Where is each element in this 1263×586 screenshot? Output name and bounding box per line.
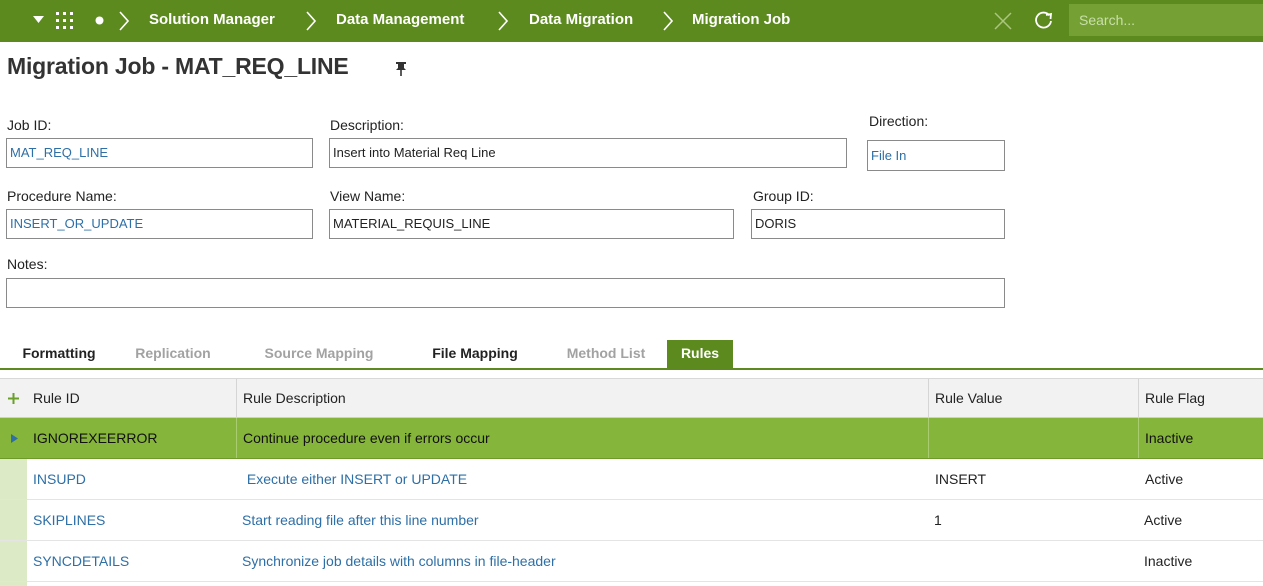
notes-label: Notes:: [7, 256, 48, 272]
breadcrumb-separator-icon: [663, 11, 673, 31]
rule-flag-cell[interactable]: Inactive: [1138, 418, 1263, 458]
rule-value-cell[interactable]: [928, 418, 1138, 458]
rule-flag-cell[interactable]: Active: [1138, 500, 1263, 540]
view-name-field[interactable]: MATERIAL_REQUIS_LINE: [329, 209, 734, 239]
rule-description-cell[interactable]: Synchronize job details with columns in …: [236, 541, 928, 581]
rule-description-cell[interactable]: Start reading file after this line numbe…: [236, 500, 928, 540]
procedure-name-label: Procedure Name:: [7, 188, 117, 204]
rule-id-cell[interactable]: IGNOREXEERROR: [27, 418, 236, 458]
table-row[interactable]: SYNCDETAILS Synchronize job details with…: [0, 541, 1263, 582]
rule-flag-cell[interactable]: Inactive: [1138, 541, 1263, 581]
procedure-name-field[interactable]: INSERT_OR_UPDATE: [6, 209, 313, 239]
breadcrumb-separator-icon: [498, 11, 508, 31]
rule-description-cell[interactable]: Execute either INSERT or UPDATE: [236, 459, 928, 499]
view-name-label: View Name:: [330, 188, 406, 204]
breadcrumb-solution-manager[interactable]: Solution Manager: [149, 0, 275, 42]
rule-description-cell[interactable]: Continue procedure even if errors occur: [236, 418, 928, 458]
column-header-rule-description[interactable]: Rule Description: [236, 379, 928, 418]
tab-file-mapping[interactable]: File Mapping: [410, 340, 540, 368]
table-row[interactable]: SKIPLINES Start reading file after this …: [0, 500, 1263, 541]
breadcrumb-data-management[interactable]: Data Management: [336, 0, 464, 42]
breadcrumb-separator-icon: [119, 11, 129, 31]
breadcrumb-separator-icon: [306, 11, 316, 31]
rule-id-cell[interactable]: SYNCDETAILS: [27, 541, 236, 581]
tab-replication[interactable]: Replication: [118, 340, 228, 368]
tab-rules[interactable]: Rules: [667, 340, 733, 368]
rule-flag-cell[interactable]: Active: [1138, 459, 1263, 499]
column-header-rule-value[interactable]: Rule Value: [928, 379, 1138, 418]
table-row[interactable]: INSUPD Execute either INSERT or UPDATE I…: [0, 459, 1263, 500]
rule-value-cell[interactable]: 1: [928, 500, 1138, 540]
tab-formatting[interactable]: Formatting: [8, 340, 110, 368]
table-row[interactable]: IGNOREXEERROR Continue procedure even if…: [0, 418, 1263, 459]
job-id-field[interactable]: MAT_REQ_LINE: [6, 138, 313, 168]
app-grid-icon[interactable]: [55, 11, 74, 30]
breadcrumb-migration-job[interactable]: Migration Job: [692, 0, 790, 42]
job-id-label: Job ID:: [7, 117, 52, 133]
column-header-rule-flag[interactable]: Rule Flag: [1138, 379, 1263, 418]
rule-value-cell[interactable]: [928, 541, 1138, 581]
add-icon[interactable]: [7, 392, 20, 405]
table-header: Rule ID Rule Description Rule Value Rule…: [0, 378, 1263, 418]
rule-id-cell[interactable]: SKIPLINES: [27, 500, 236, 540]
close-icon[interactable]: [993, 11, 1013, 31]
breadcrumb-data-migration[interactable]: Data Migration: [529, 0, 633, 42]
top-navigation-bar: Solution Manager Data Management Data Mi…: [0, 0, 1263, 42]
rule-value-cell[interactable]: INSERT: [928, 459, 1138, 499]
notes-field[interactable]: [6, 278, 1005, 308]
group-id-field[interactable]: DORIS: [751, 209, 1005, 239]
tab-method-list[interactable]: Method List: [548, 340, 664, 368]
refresh-icon[interactable]: [1033, 10, 1054, 31]
column-header-rule-id[interactable]: Rule ID: [27, 379, 236, 418]
group-id-label: Group ID:: [753, 188, 814, 204]
description-field[interactable]: Insert into Material Req Line: [329, 138, 847, 168]
description-label: Description:: [330, 117, 404, 133]
row-indicator-icon: [11, 434, 18, 443]
dot-icon[interactable]: [95, 16, 104, 25]
tab-source-mapping[interactable]: Source Mapping: [236, 340, 402, 368]
page-title: Migration Job - MAT_REQ_LINE: [7, 53, 349, 79]
chevron-down-icon[interactable]: [33, 15, 44, 24]
pin-icon[interactable]: [395, 61, 407, 77]
search-input[interactable]: [1069, 4, 1263, 36]
direction-label: Direction:: [869, 113, 929, 129]
tab-bar: Formatting Replication Source Mapping Fi…: [0, 340, 1263, 370]
rule-id-cell[interactable]: INSUPD: [27, 459, 236, 499]
direction-field[interactable]: File In: [867, 140, 1005, 171]
